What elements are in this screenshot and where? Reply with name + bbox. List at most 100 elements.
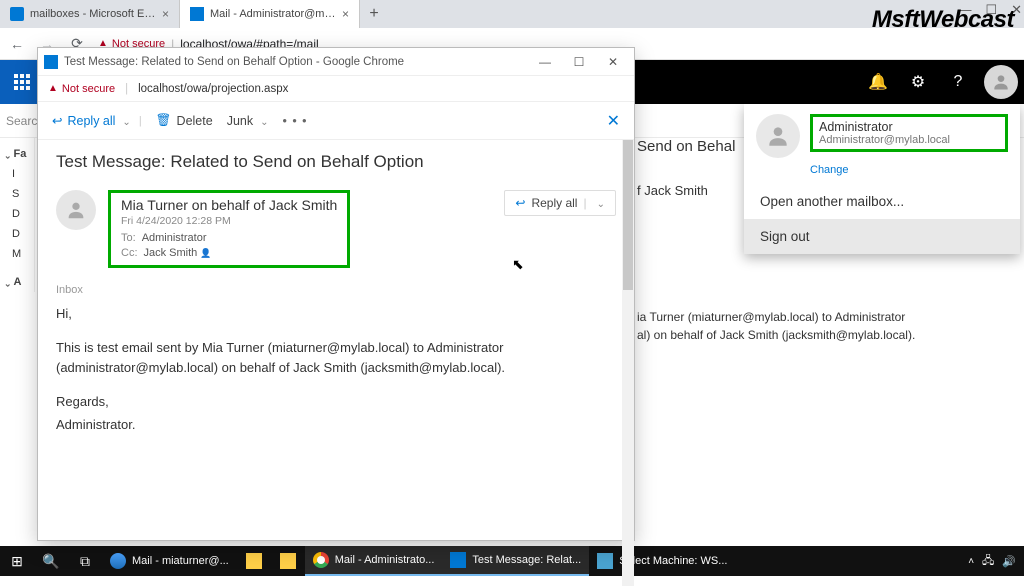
message-body: Hi, This is test email sent by Mia Turne… <box>56 304 616 435</box>
reply-all-button[interactable]: ↩ Reply all <box>52 113 142 128</box>
popup-close[interactable]: ✕ <box>598 55 628 69</box>
tray-overflow-icon[interactable]: ˄ <box>968 556 974 567</box>
message-subject: Test Message: Related to Send on Behalf … <box>56 152 616 172</box>
scrollbar[interactable] <box>622 140 634 586</box>
scrollbar-thumb[interactable] <box>623 140 633 290</box>
search-input[interactable]: Searc <box>6 114 37 128</box>
sign-out[interactable]: Sign out <box>744 219 1020 254</box>
bg-body-line: al) on behalf of Jack Smith (jacksmith@m… <box>637 326 917 344</box>
new-tab-button[interactable]: + <box>360 0 388 28</box>
taskbar-item[interactable]: Mail - miaturner@... <box>102 546 237 576</box>
outlook-icon <box>450 552 466 568</box>
body-signoff: Regards, <box>56 392 616 412</box>
profile-email: Administrator@mylab.local <box>819 134 999 146</box>
system-tray[interactable]: ˄ 🖧 🔊 <box>968 552 1024 571</box>
back-button[interactable]: ← <box>8 36 26 52</box>
profile-info-highlight: Administrator Administrator@mylab.local <box>810 114 1008 152</box>
owa-icon <box>44 55 58 69</box>
junk-button[interactable]: Junk <box>227 114 269 128</box>
sound-icon[interactable]: 🔊 <box>1002 555 1016 568</box>
nav-item[interactable]: D <box>0 204 34 224</box>
nav-item[interactable]: S <box>0 184 34 204</box>
taskbar-item[interactable] <box>271 546 305 576</box>
start-button[interactable]: ⊞ <box>0 546 34 576</box>
exchange-icon <box>10 7 24 21</box>
sender-highlight-box: Mia Turner on behalf of Jack Smith Fri 4… <box>108 190 350 268</box>
taskbar-item[interactable] <box>237 546 271 576</box>
nav-item[interactable]: M <box>0 244 34 264</box>
owa-icon <box>190 7 204 21</box>
folder-nav: Fa I S D D M A <box>0 138 35 292</box>
taskbar-item[interactable]: Mail - Administrato... <box>305 546 443 576</box>
popup-title-text: Test Message: Related to Send on Behalf … <box>64 56 404 68</box>
profile-avatar-button[interactable] <box>984 65 1018 99</box>
browser-tab-0[interactable]: mailboxes - Microsoft Exchange × <box>0 0 180 28</box>
nav-item[interactable]: D <box>0 224 34 244</box>
open-another-mailbox[interactable]: Open another mailbox... <box>744 184 1020 219</box>
tab-title: Mail - Administrator@mylab.loc <box>210 8 336 20</box>
taskbar-item[interactable]: Select Machine: WS... <box>589 546 735 576</box>
chevron-down-icon[interactable] <box>120 114 130 128</box>
task-view-button[interactable]: ⧉ <box>68 546 102 576</box>
delete-button[interactable]: 🗑 Delete <box>156 113 213 128</box>
notifications-icon[interactable]: 🔔 <box>858 60 898 104</box>
browser-tab-strip: mailboxes - Microsoft Exchange × Mail - … <box>0 0 1024 28</box>
change-photo-link[interactable]: Change <box>810 164 1020 176</box>
close-tab-icon[interactable]: × <box>162 7 169 21</box>
search-button[interactable]: 🔍 <box>34 546 68 576</box>
more-actions-button[interactable]: • • • <box>282 114 307 128</box>
sent-date: Fri 4/24/2020 12:28 PM <box>121 215 337 227</box>
person-icon <box>765 123 791 149</box>
mailbox-header[interactable]: A <box>0 272 34 292</box>
profile-name: Administrator <box>819 120 999 134</box>
hyperv-icon <box>597 553 613 569</box>
nav-item[interactable]: I <box>0 164 34 184</box>
message-content: Test Message: Related to Send on Behalf … <box>38 140 634 540</box>
popup-maximize[interactable]: ☐ <box>564 55 594 69</box>
to-line: To:Administrator <box>121 232 337 244</box>
close-tab-icon[interactable]: × <box>342 7 349 21</box>
window-controls: — ☐ ✕ <box>958 2 1022 18</box>
folder-label: Inbox <box>56 284 616 296</box>
maximize-button[interactable]: ☐ <box>985 2 997 18</box>
folder-icon <box>246 553 262 569</box>
chrome-icon <box>313 552 329 568</box>
tab-title: mailboxes - Microsoft Exchange <box>30 8 156 20</box>
minimize-button[interactable]: — <box>958 2 971 18</box>
presence-icon <box>197 247 211 259</box>
popup-address-bar[interactable]: Not secure | localhost/owa/projection.as… <box>38 76 634 102</box>
favorites-header[interactable]: Fa <box>0 144 34 164</box>
trash-icon: 🗑 <box>156 113 172 128</box>
inline-reply-all-button[interactable]: ↩ Reply all | <box>504 190 616 216</box>
security-warning-icon: Not secure <box>48 83 115 95</box>
popup-url: localhost/owa/projection.aspx <box>138 83 288 95</box>
person-icon <box>991 72 1011 92</box>
message-toolbar: ↩ Reply all 🗑 Delete Junk • • • ✕ <box>38 102 634 140</box>
close-window-button[interactable]: ✕ <box>1011 2 1022 18</box>
chevron-down-icon[interactable] <box>258 114 268 128</box>
popup-minimize[interactable]: — <box>530 55 560 69</box>
sender-name: Mia Turner on behalf of Jack Smith <box>121 197 337 213</box>
sender-avatar <box>56 190 96 230</box>
chevron-down-icon[interactable] <box>593 196 605 210</box>
bg-body-line: ia Turner (miaturner@mylab.local) to Adm… <box>637 308 917 326</box>
body-greeting: Hi, <box>56 304 616 324</box>
body-paragraph: This is test email sent by Mia Turner (m… <box>56 338 616 378</box>
profile-avatar <box>756 114 800 158</box>
reply-icon: ↩ <box>515 196 525 210</box>
waffle-icon <box>14 74 30 90</box>
message-popup-window: Test Message: Related to Send on Behalf … <box>38 48 634 540</box>
settings-gear-icon[interactable]: ⚙ <box>898 60 938 104</box>
cc-line: Cc:Jack Smith <box>121 247 337 259</box>
folder-icon <box>280 553 296 569</box>
person-icon <box>65 199 87 221</box>
body-signature: Administrator. <box>56 415 616 435</box>
profile-dropdown: Administrator Administrator@mylab.local … <box>744 104 1020 254</box>
browser-tab-1[interactable]: Mail - Administrator@mylab.loc × <box>180 0 360 28</box>
taskbar-item[interactable]: Test Message: Relat... <box>442 546 589 576</box>
ie-icon <box>110 553 126 569</box>
close-reading-pane-button[interactable]: ✕ <box>607 111 620 131</box>
network-icon[interactable]: 🖧 <box>982 552 994 571</box>
help-icon[interactable]: ? <box>938 60 978 104</box>
popup-titlebar[interactable]: Test Message: Related to Send on Behalf … <box>38 48 634 76</box>
